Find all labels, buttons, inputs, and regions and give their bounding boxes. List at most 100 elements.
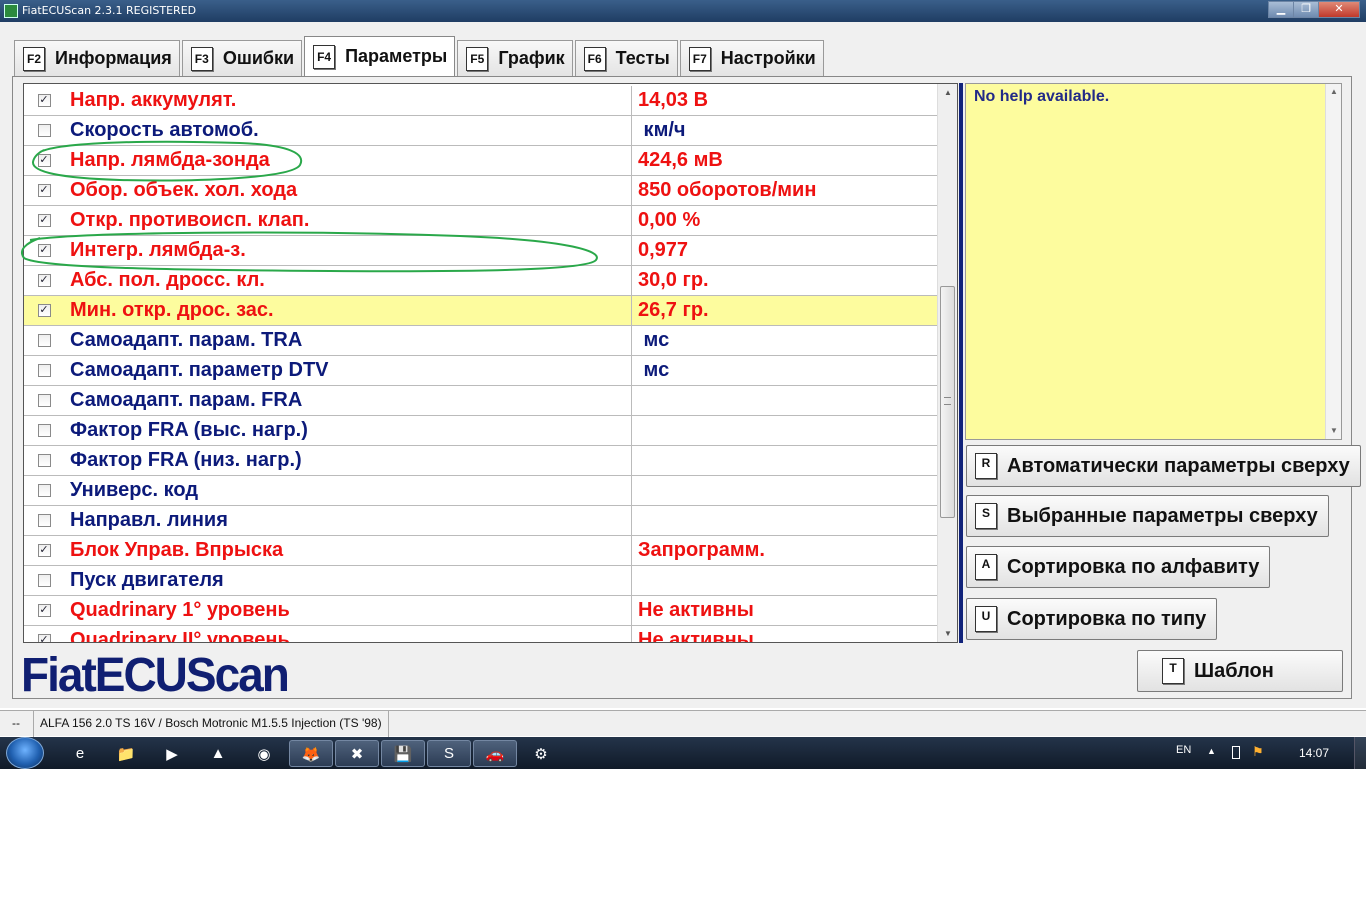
parameter-row[interactable]: Скорость автомоб. км/ч bbox=[24, 116, 937, 146]
parameter-name: Абс. пол. дросс. кл. bbox=[64, 266, 632, 295]
parameter-row[interactable]: ✓ Обор. объек. хол. хода 850 оборотов/мин bbox=[24, 176, 937, 206]
language-indicator[interactable]: EN bbox=[1176, 744, 1191, 756]
auto-params-top-button[interactable]: R Автоматически параметры сверху bbox=[966, 445, 1361, 487]
template-button[interactable]: T Шаблон bbox=[1137, 650, 1343, 692]
parameter-row[interactable]: ✓ Блок Управ. Впрыска Запрограмм. bbox=[24, 536, 937, 566]
parameters-panel: ✓ Напр. аккумулят. 14,03 В Скорость автомоб… bbox=[12, 76, 1361, 701]
parameter-checkbox[interactable]: ✓ bbox=[37, 244, 51, 257]
help-box: No help available. ▲ ▼ bbox=[965, 83, 1342, 440]
firefox-icon[interactable]: 🦊 bbox=[289, 740, 333, 767]
parameter-checkbox[interactable]: ✓ bbox=[37, 274, 51, 287]
tab-bar: F2 Информация F3 Ошибки F4 Параметры F5 … bbox=[14, 36, 826, 76]
media-player-icon[interactable]: ▶ bbox=[150, 740, 194, 767]
minimize-button[interactable]: ▁ bbox=[1268, 1, 1294, 18]
start-button[interactable] bbox=[6, 737, 44, 769]
parameter-row[interactable]: Пуск двигателя bbox=[24, 566, 937, 596]
parameter-checkbox[interactable] bbox=[37, 574, 51, 587]
parameter-row[interactable]: Самоадапт. парам. TRA мс bbox=[24, 326, 937, 356]
grip-icon bbox=[944, 397, 951, 405]
parameter-row[interactable]: Направл. линия bbox=[24, 506, 937, 536]
parameter-checkbox[interactable] bbox=[37, 394, 51, 407]
tab-parameters[interactable]: F4 Параметры bbox=[304, 36, 456, 76]
parameter-checkbox[interactable]: ✓ bbox=[37, 184, 51, 197]
parameter-checkbox[interactable]: ✓ bbox=[37, 94, 51, 107]
aimp-icon[interactable]: ▲ bbox=[196, 740, 240, 767]
hotkey-badge: A bbox=[975, 554, 997, 580]
action-center-icon[interactable]: ⚑ bbox=[1252, 744, 1264, 760]
sort-alphabet-button[interactable]: A Сортировка по алфавиту bbox=[966, 546, 1271, 588]
save-icon[interactable]: 💾 bbox=[381, 740, 425, 767]
close-button[interactable]: ✕ bbox=[1318, 1, 1360, 18]
parameter-row[interactable]: ✓ Quadrinary 1° уровень Не активны bbox=[24, 596, 937, 626]
parameter-name: Мин. откр. дрос. зас. bbox=[64, 296, 632, 325]
parameter-check-cell: ✓ bbox=[24, 176, 64, 205]
parameter-checkbox[interactable] bbox=[37, 364, 51, 377]
tab-tests[interactable]: F6 Тесты bbox=[574, 40, 678, 76]
tab-info[interactable]: F2 Информация bbox=[14, 40, 180, 76]
parameter-checkbox[interactable] bbox=[37, 424, 51, 437]
parameter-row[interactable]: ✓ Напр. лямбда-зонда 424,6 мВ bbox=[24, 146, 937, 176]
parameter-value: 14,03 В bbox=[638, 89, 709, 111]
parameter-value: мс bbox=[638, 359, 670, 381]
parameter-checkbox[interactable] bbox=[37, 124, 51, 137]
scroll-down-arrow-icon[interactable]: ▼ bbox=[1326, 423, 1342, 439]
parameter-name: Фактор FRA (низ. нагр.) bbox=[64, 446, 632, 475]
scroll-up-arrow-icon[interactable]: ▲ bbox=[938, 84, 957, 101]
parameter-row[interactable]: ✓ Мин. откр. дрос. зас. 26,7 гр. bbox=[24, 296, 937, 326]
parameter-checkbox[interactable]: ✓ bbox=[37, 544, 51, 557]
parameter-check-cell bbox=[24, 566, 64, 595]
parameter-row[interactable]: Самоадапт. параметр DTV мс bbox=[24, 356, 937, 386]
parameter-row[interactable]: Фактор FRA (низ. нагр.) bbox=[24, 446, 937, 476]
parameter-name: Самоадапт. параметр DTV bbox=[64, 356, 632, 385]
parameter-row[interactable]: ✓ Откр. противоисп. клап. 0,00 % bbox=[24, 206, 937, 236]
fiatecuscan-icon[interactable]: 🚗 bbox=[473, 740, 517, 767]
app-x-icon[interactable]: ✖ bbox=[335, 740, 379, 767]
clock[interactable]: 14:07 bbox=[1299, 746, 1329, 760]
parameter-row[interactable]: ✓ Quadrinary II° уровень Не активны bbox=[24, 626, 937, 642]
skype-icon[interactable]: S bbox=[427, 740, 471, 767]
parameter-row[interactable]: ✓ Интегр. лямбда-з. 0,977 bbox=[24, 236, 937, 266]
scroll-down-arrow-icon[interactable]: ▼ bbox=[938, 625, 957, 642]
parameter-row[interactable]: ✓ Абс. пол. дросс. кл. 30,0 гр. bbox=[24, 266, 937, 296]
parameter-checkbox[interactable]: ✓ bbox=[37, 604, 51, 617]
parameter-row[interactable]: Фактор FRA (выс. нагр.) bbox=[24, 416, 937, 446]
folder-icon[interactable]: 📁 bbox=[104, 740, 148, 767]
ie-icon[interactable]: e bbox=[58, 740, 102, 767]
selected-params-top-button[interactable]: S Выбранные параметры сверху bbox=[966, 495, 1329, 537]
panel-separator[interactable] bbox=[959, 83, 963, 643]
parameter-checkbox[interactable] bbox=[37, 514, 51, 527]
tab-label: Параметры bbox=[345, 46, 448, 66]
parameter-row[interactable]: ✓ Напр. аккумулят. 14,03 В bbox=[24, 86, 937, 116]
parameter-row[interactable]: Универс. код bbox=[24, 476, 937, 506]
hotkey-badge: F6 bbox=[583, 46, 606, 71]
battery-icon[interactable] bbox=[1232, 746, 1240, 759]
tab-settings[interactable]: F7 Настройки bbox=[679, 40, 824, 76]
parameter-checkbox[interactable]: ✓ bbox=[37, 634, 51, 642]
parameter-row[interactable]: Самоадапт. парам. FRA bbox=[24, 386, 937, 416]
tray-expand-icon[interactable]: ▲ bbox=[1207, 746, 1216, 756]
parameter-checkbox[interactable]: ✓ bbox=[37, 214, 51, 227]
parameter-list-scrollbar[interactable]: ▲ ▼ bbox=[937, 84, 957, 642]
parameter-checkbox[interactable] bbox=[37, 484, 51, 497]
scrollbar-thumb[interactable] bbox=[940, 286, 955, 518]
parameter-value bbox=[632, 416, 937, 445]
show-desktop-button[interactable] bbox=[1354, 737, 1366, 769]
parameter-checkbox[interactable]: ✓ bbox=[37, 154, 51, 167]
disc-icon[interactable]: ◉ bbox=[242, 740, 286, 767]
app-window: F2 Информация F3 Ошибки F4 Параметры F5 … bbox=[0, 22, 1366, 708]
parameter-check-cell bbox=[24, 356, 64, 385]
parameter-checkbox[interactable] bbox=[37, 334, 51, 347]
help-scrollbar[interactable]: ▲ ▼ bbox=[1325, 84, 1341, 439]
parameter-name: Самоадапт. парам. FRA bbox=[64, 386, 632, 415]
settings-icon[interactable]: ⚙ bbox=[519, 740, 563, 767]
parameter-checkbox[interactable] bbox=[37, 454, 51, 467]
tab-graph[interactable]: F5 График bbox=[457, 40, 573, 76]
sort-type-button[interactable]: U Сортировка по типу bbox=[966, 598, 1218, 640]
parameter-check-cell: ✓ bbox=[24, 236, 64, 265]
tab-errors[interactable]: F3 Ошибки bbox=[181, 40, 303, 76]
parameter-checkbox[interactable]: ✓ bbox=[37, 304, 51, 317]
maximize-button[interactable]: ❐ bbox=[1293, 1, 1319, 18]
scroll-up-arrow-icon[interactable]: ▲ bbox=[1326, 84, 1342, 100]
window-controls: ▁ ❐ ✕ bbox=[1268, 1, 1360, 18]
parameter-check-cell: ✓ bbox=[24, 86, 64, 115]
